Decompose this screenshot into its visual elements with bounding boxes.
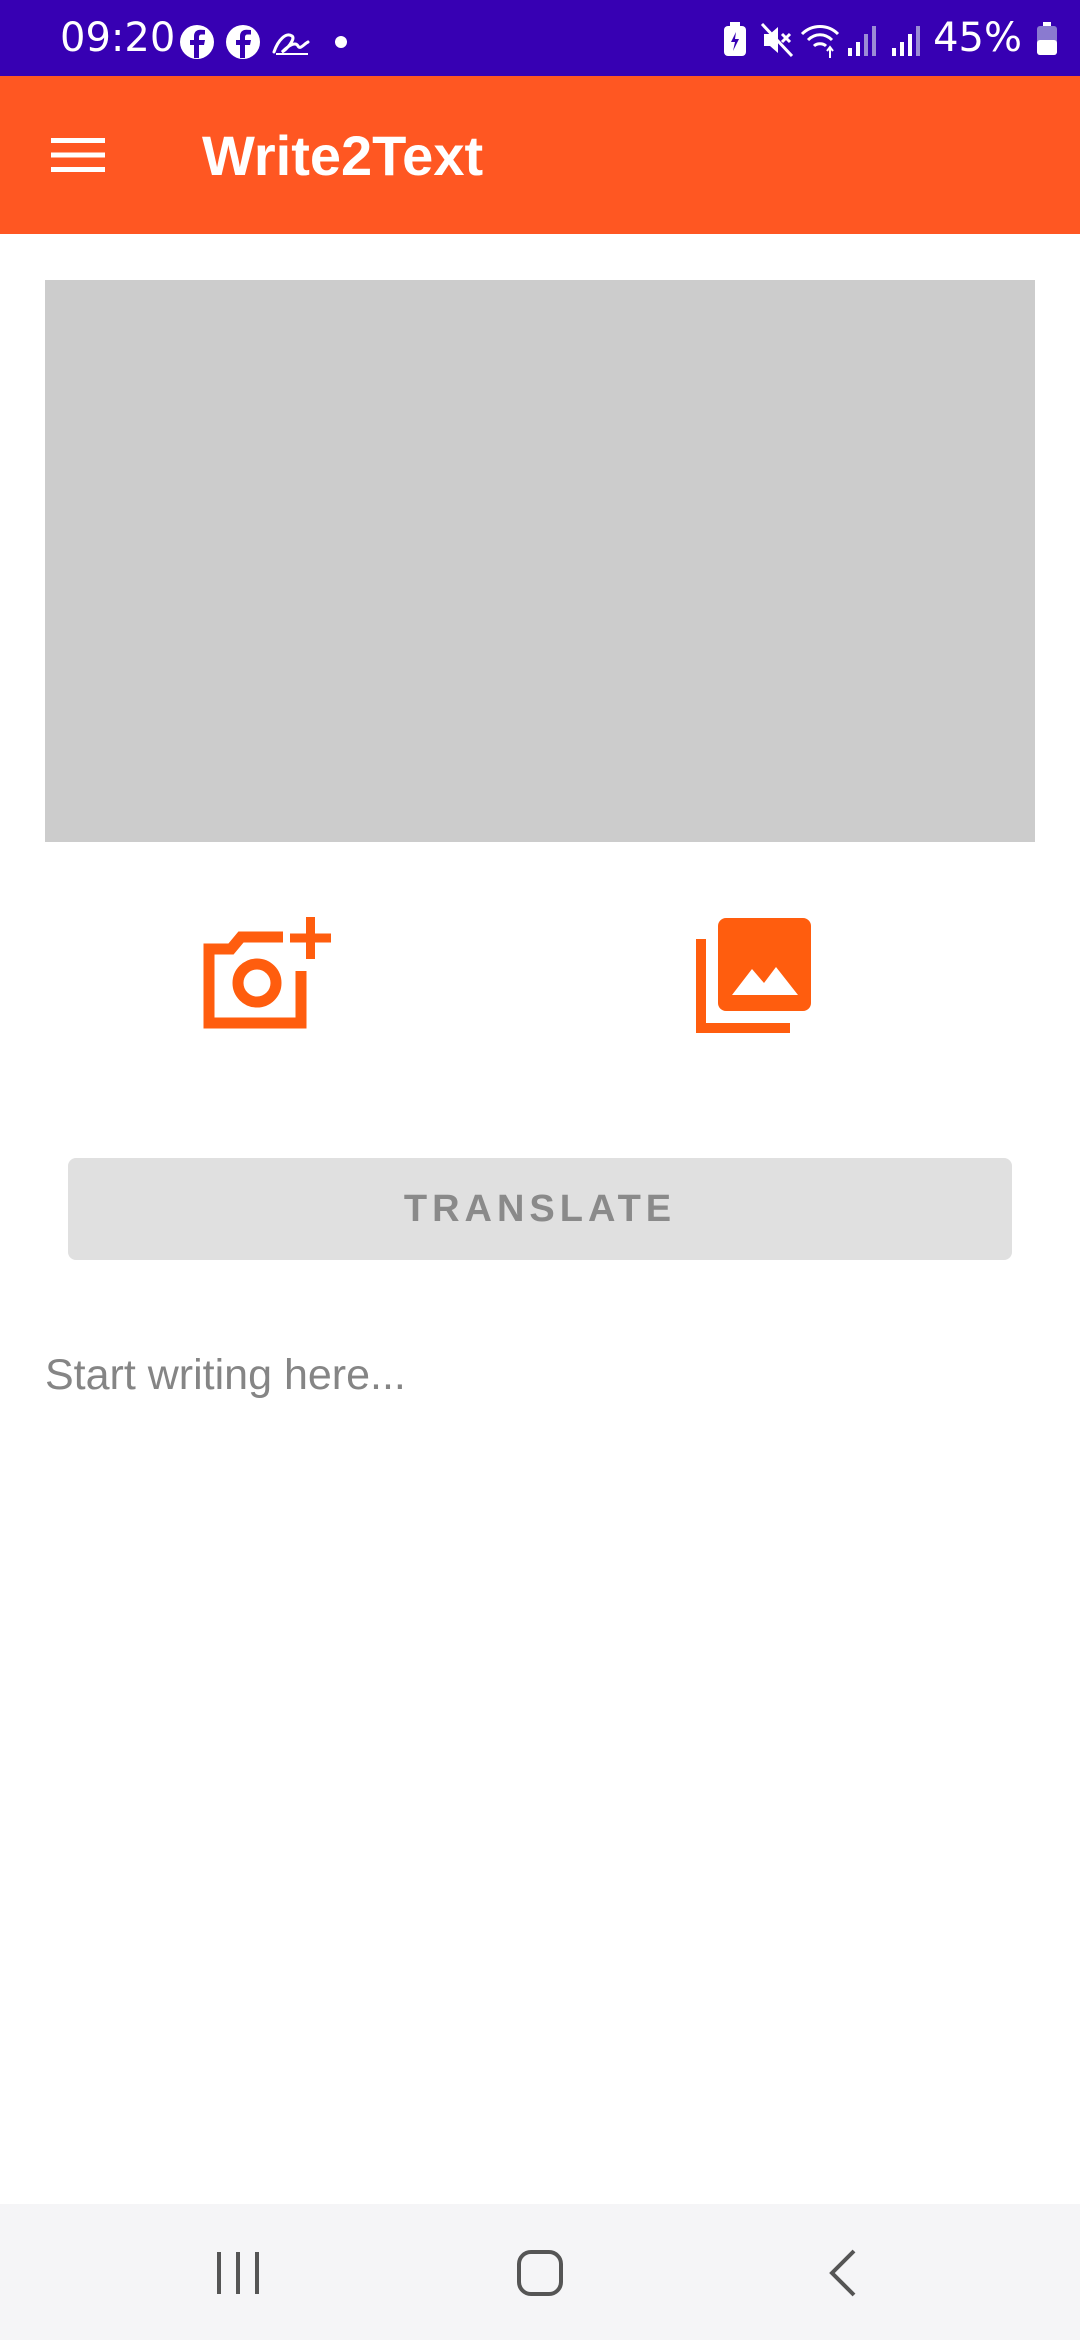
dot-icon <box>335 36 347 48</box>
mute-icon <box>760 22 794 58</box>
navigation-bar <box>0 2204 1080 2340</box>
app-title: Write2Text <box>202 124 484 187</box>
back-button[interactable] <box>782 2228 902 2318</box>
photo-library-icon <box>696 918 811 1033</box>
writing-input[interactable] <box>45 1330 1035 1420</box>
gallery-button[interactable] <box>684 905 824 1045</box>
home-button[interactable] <box>480 2228 600 2318</box>
hamburger-menu-icon <box>51 138 105 172</box>
app-bar: Write2Text <box>0 76 1080 234</box>
battery-saver-icon <box>724 22 746 56</box>
system-icons <box>724 22 920 58</box>
menu-button[interactable] <box>40 119 116 191</box>
recent-apps-button[interactable] <box>178 2228 298 2318</box>
battery-icon <box>1037 22 1057 55</box>
home-icon <box>517 2250 563 2296</box>
recent-apps-icon <box>217 2252 259 2294</box>
facebook-icon <box>180 25 214 59</box>
add-photo-camera-icon <box>203 917 331 1029</box>
image-preview <box>45 280 1035 842</box>
wifi-icon <box>800 25 840 58</box>
signal-icon <box>892 26 920 56</box>
camera-button[interactable] <box>196 905 336 1045</box>
translate-button[interactable]: TRANSLATE <box>68 1158 1012 1260</box>
signature-icon <box>272 33 310 55</box>
notification-icons <box>180 25 347 59</box>
facebook-icon <box>226 25 260 59</box>
back-icon <box>829 2249 856 2297</box>
status-time: 09:20 <box>60 15 176 61</box>
signal-icon <box>848 26 876 56</box>
battery-percent: 45% <box>933 15 1022 61</box>
status-bar: 09:20 45% <box>0 0 1080 76</box>
